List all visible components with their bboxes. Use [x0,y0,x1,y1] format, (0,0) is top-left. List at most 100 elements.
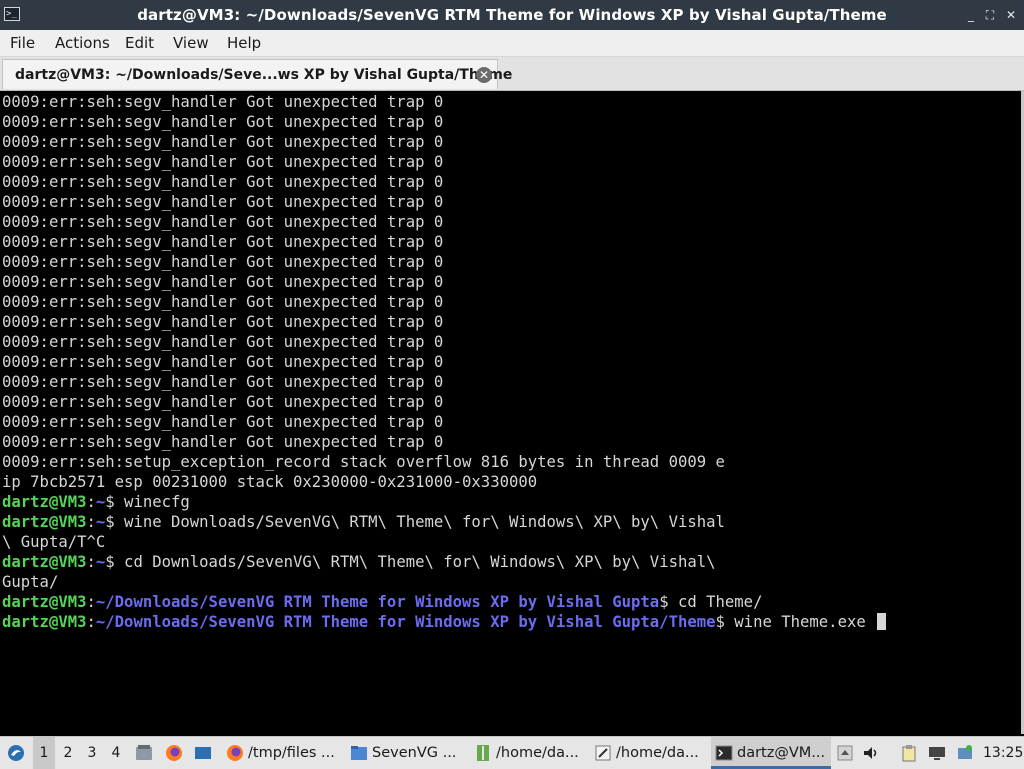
command-text: winecfg [114,493,190,511]
menu-view[interactable]: View [173,30,209,56]
terminal-line: 0009:err:seh:segv_handler Got unexpected… [2,193,444,211]
tray-arrow-icon [837,745,853,761]
taskbar: 1 2 3 4 /tmp/files ... SevenVG ... /home… [0,736,1024,769]
prompt-path: ~ [95,513,106,531]
show-desktop-icon [195,747,211,759]
tab-bar: dartz@VM3: ~/Downloads/Seve...ws XP by V… [0,57,1024,91]
terminal-line: 0009:err:seh:segv_handler Got unexpected… [2,433,444,451]
command-text: cd Downloads/SevenVG\ RTM\ Theme\ for\ W… [114,553,716,571]
clock[interactable]: 13:25 [983,737,1023,769]
prompt-line: dartz@VM3:~/Downloads/SevenVG RTM Theme … [2,592,762,612]
prompt-separator: : [86,513,96,531]
terminal-line: 0009:err:seh:segv_handler Got unexpected… [2,393,444,411]
taskbar-task[interactable]: /home/da... [470,737,588,769]
terminal-line: 0009:err:seh:segv_handler Got unexpected… [2,133,444,151]
menu-help[interactable]: Help [227,30,261,56]
terminal-line: 0009:err:seh:segv_handler Got unexpected… [2,173,444,191]
shield-icon [958,745,972,759]
start-menu-button[interactable] [4,737,28,769]
maximize-button[interactable]: ⛶ [981,6,999,24]
volume-icon[interactable] [862,737,882,769]
tab-close-icon[interactable]: ✕ [476,67,492,83]
archive-icon [477,745,489,761]
window-title: dartz@VM3: ~/Downloads/SevenVG RTM Theme… [137,6,887,24]
terminal-line: 0009:err:seh:segv_handler Got unexpected… [2,93,444,111]
folder-icon [351,746,367,760]
workspace-2[interactable]: 2 [57,737,79,769]
tab-label: dartz@VM3: ~/Downloads/Seve...ws XP by V… [15,67,513,83]
file-manager-icon [136,745,152,760]
tray-expand-icon[interactable] [836,737,853,769]
file-manager-launcher[interactable] [133,737,155,769]
menu-edit[interactable]: Edit [125,30,154,56]
firefox-icon [166,745,182,761]
prompt-dollar: $ [659,593,669,611]
task-label: SevenVG ... [372,745,457,761]
task-label: /home/da... [616,745,699,761]
workspace-4[interactable]: 4 [105,737,127,769]
text-cursor [877,613,887,630]
prompt-path: ~ [95,493,106,511]
terminal-line: 0009:err:seh:setup_exception_record stac… [2,453,725,471]
terminal-line: 0009:err:seh:segv_handler Got unexpected… [2,413,444,431]
terminal-line: 0009:err:seh:segv_handler Got unexpected… [2,353,444,371]
taskbar-task-active[interactable]: dartz@VM... [711,737,831,769]
network-icon[interactable] [926,737,948,769]
prompt-separator: : [86,493,96,511]
terminal-tab[interactable]: dartz@VM3: ~/Downloads/Seve...ws XP by V… [2,59,512,89]
prompt-user: dartz@VM3 [2,513,87,531]
prompt-user: dartz@VM3 [2,493,87,511]
desktop-launcher[interactable] [192,737,214,769]
terminal-line: ip 7bcb2571 esp 00231000 stack 0x230000-… [2,473,538,491]
terminal-line: \ Gupta/T^C [2,533,106,551]
prompt-path: ~ [95,553,106,571]
prompt-user: dartz@VM3 [2,593,87,611]
terminal-line: 0009:err:seh:segv_handler Got unexpected… [2,113,444,131]
minimize-button[interactable]: _ [962,6,980,24]
prompt-user: dartz@VM3 [2,553,87,571]
terminal-line: 0009:err:seh:segv_handler Got unexpected… [2,293,444,311]
window-titlebar[interactable]: >_ dartz@VM3: ~/Downloads/SevenVG RTM Th… [0,0,1024,30]
command-text: wine Downloads/SevenVG\ RTM\ Theme\ for\… [114,513,725,531]
menu-actions[interactable]: Actions [55,30,110,56]
terminal-output[interactable]: 0009:err:seh:segv_handler Got unexpected… [0,91,1024,734]
terminal-icon [715,745,733,761]
terminal-line: 0009:err:seh:segv_handler Got unexpected… [2,373,444,391]
menu-bar: File Actions Edit View Help [0,30,1024,57]
terminal-line: 0009:err:seh:segv_handler Got unexpected… [2,253,444,271]
firefox-launcher[interactable] [163,737,185,769]
terminal-line: 0009:err:seh:segv_handler Got unexpected… [2,313,444,331]
task-label: /home/da... [496,745,579,761]
menu-file[interactable]: File [10,30,35,56]
prompt-path: ~/Downloads/SevenVG RTM Theme for Window… [95,613,716,631]
terminal-line: 0009:err:seh:segv_handler Got unexpected… [2,233,444,251]
taskbar-task[interactable]: /tmp/files ... [222,737,342,769]
close-window-button[interactable]: ✕ [1002,6,1020,24]
terminal-line: 0009:err:seh:segv_handler Got unexpected… [2,213,444,231]
clipboard-icon[interactable] [898,737,920,769]
update-icon[interactable] [954,737,976,769]
prompt-separator: : [86,553,96,571]
clipboard-glyph-icon [902,745,916,762]
prompt-dollar: $ [105,493,115,511]
workspace-1[interactable]: 1 [33,737,55,769]
monitor-icon [929,747,945,760]
task-label: /tmp/files ... [248,745,335,761]
speaker-icon [864,747,877,759]
prompt-separator: : [86,593,96,611]
terminal-line: Gupta/ [2,573,59,591]
prompt-line: dartz@VM3:~$ winecfg [2,492,190,512]
text-editor-icon [595,745,611,761]
firefox-icon [227,745,243,761]
prompt-dollar: $ [105,553,115,571]
terminal-line: 0009:err:seh:segv_handler Got unexpected… [2,333,444,351]
workspace-3[interactable]: 3 [81,737,103,769]
taskbar-task[interactable]: SevenVG ... [346,737,466,769]
taskbar-task[interactable]: /home/da... [590,737,708,769]
prompt-line: dartz@VM3:~$ cd Downloads/SevenVG\ RTM\ … [2,552,716,572]
command-text: wine Theme.exe [724,613,876,631]
terminal-line: 0009:err:seh:segv_handler Got unexpected… [2,273,444,291]
prompt-dollar: $ [105,513,115,531]
prompt-user: dartz@VM3 [2,613,87,631]
command-text: cd Theme/ [668,593,763,611]
